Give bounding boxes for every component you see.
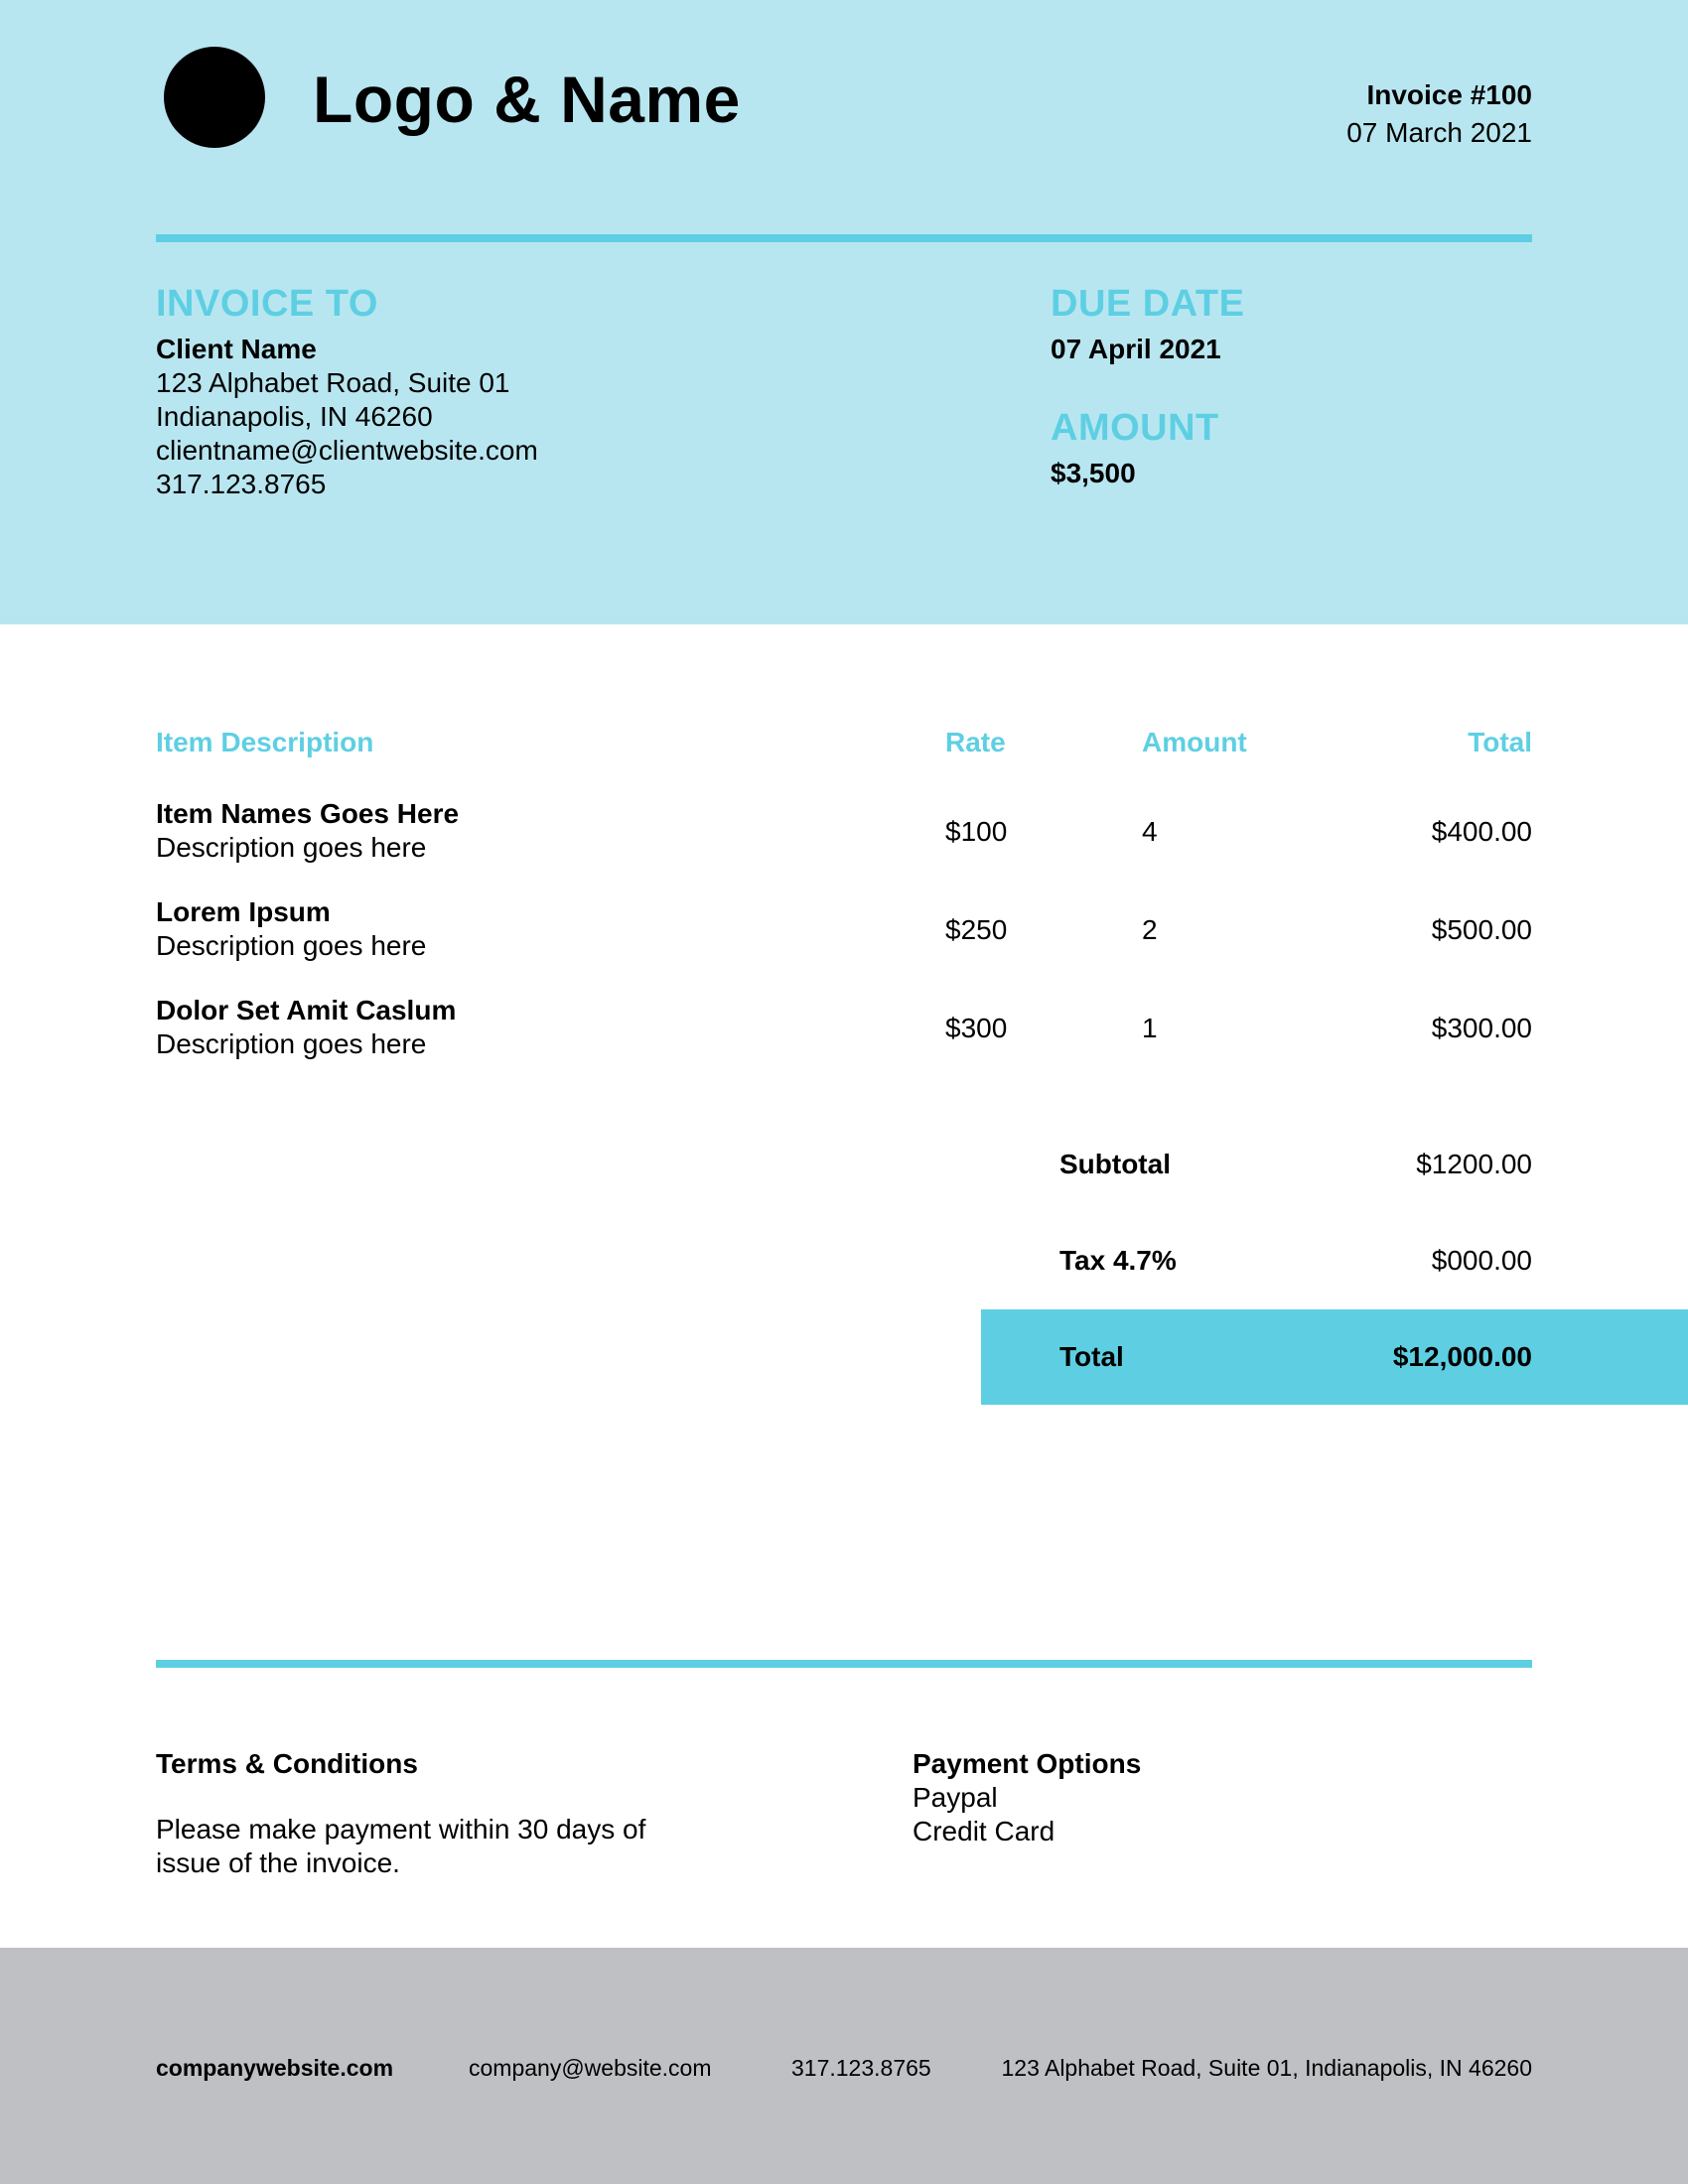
client-address-line1: 123 Alphabet Road, Suite 01 (156, 367, 510, 398)
company-logo-name: Logo & Name (313, 63, 741, 136)
item-description: Description goes here (156, 1028, 427, 1059)
grand-total-label: Total (1059, 1341, 1124, 1372)
column-header-amount: Amount (1142, 727, 1247, 757)
item-description: Description goes here (156, 832, 427, 863)
tax-value: $000.00 (1431, 1245, 1532, 1276)
invoice-date: 07 March 2021 (1346, 117, 1532, 148)
item-rate: $100 (945, 816, 1008, 847)
item-name: Lorem Ipsum (156, 896, 331, 927)
client-name: Client Name (156, 334, 317, 364)
item-rate: $250 (945, 914, 1008, 945)
footer-phone: 317.123.8765 (791, 2055, 931, 2081)
item-quantity: 2 (1142, 914, 1158, 945)
client-address-line2: Indianapolis, IN 46260 (156, 401, 433, 432)
client-email: clientname@clientwebsite.com (156, 435, 538, 466)
due-date-heading: DUE DATE (1051, 283, 1245, 325)
due-date-value: 07 April 2021 (1051, 334, 1221, 364)
amount-heading: AMOUNT (1051, 407, 1219, 449)
subtotal-label: Subtotal (1059, 1149, 1171, 1179)
client-phone: 317.123.8765 (156, 469, 327, 499)
item-total: $400.00 (1431, 816, 1532, 847)
footer-email: company@website.com (469, 2055, 712, 2081)
payment-options-heading: Payment Options (913, 1748, 1142, 1779)
footer-divider (156, 1660, 1532, 1668)
column-header-total: Total (1468, 727, 1532, 757)
terms-heading: Terms & Conditions (156, 1748, 418, 1779)
terms-text-line1: Please make payment within 30 days of (156, 1814, 646, 1844)
column-header-rate: Rate (945, 727, 1006, 757)
footer-address: 123 Alphabet Road, Suite 01, Indianapoli… (1001, 2055, 1532, 2081)
table-row: Item Names Goes Here Description goes he… (156, 797, 1532, 877)
payment-option-credit-card: Credit Card (913, 1816, 1055, 1846)
invoice-number: Invoice #100 (1366, 79, 1532, 110)
terms-text-line2: issue of the invoice. (156, 1847, 400, 1878)
item-quantity: 1 (1142, 1013, 1158, 1043)
header-divider (156, 234, 1532, 242)
column-header-description: Item Description (156, 727, 374, 757)
item-total: $500.00 (1431, 914, 1532, 945)
logo-circle-icon (164, 47, 265, 148)
subtotal-value: $1200.00 (1416, 1149, 1532, 1179)
footer-website: companywebsite.com (156, 2055, 394, 2081)
payment-option-paypal: Paypal (913, 1782, 998, 1813)
table-row: Dolor Set Amit Caslum Description goes h… (156, 994, 1532, 1073)
grand-total-value: $12,000.00 (1392, 1341, 1532, 1372)
tax-label: Tax 4.7% (1059, 1245, 1177, 1276)
amount-value: $3,500 (1051, 458, 1136, 488)
invoice-to-heading: INVOICE TO (156, 283, 378, 325)
item-name: Item Names Goes Here (156, 798, 460, 829)
item-description: Description goes here (156, 930, 427, 961)
table-row: Lorem Ipsum Description goes here $250 2… (156, 895, 1532, 975)
item-name: Dolor Set Amit Caslum (156, 995, 457, 1025)
item-rate: $300 (945, 1013, 1008, 1043)
item-total: $300.00 (1431, 1013, 1532, 1043)
item-quantity: 4 (1142, 816, 1158, 847)
